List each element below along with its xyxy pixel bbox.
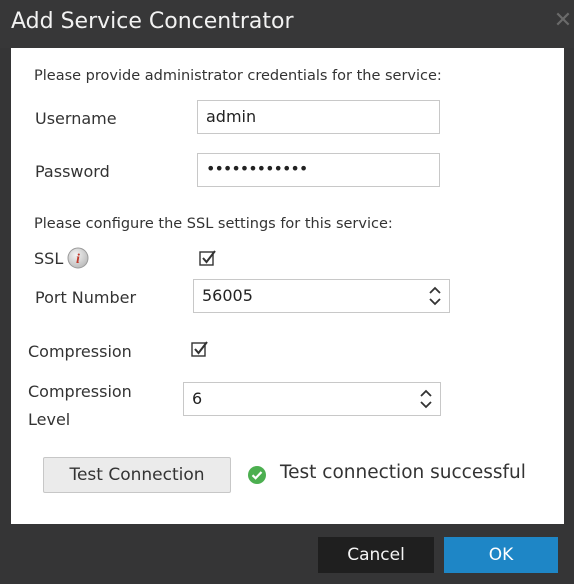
credentials-prompt: Please provide administrator credentials… xyxy=(34,68,442,84)
password-value: •••••••••••• xyxy=(206,159,308,178)
ok-button[interactable]: OK xyxy=(444,537,558,573)
username-label: Username xyxy=(35,109,117,128)
dialog-body: Please provide administrator credentials… xyxy=(11,48,564,524)
password-label: Password xyxy=(35,162,110,181)
port-number-label: Port Number xyxy=(35,288,137,307)
dialog-titlebar: Add Service Concentrator ✕ xyxy=(0,0,574,48)
spinner-arrows-icon[interactable] xyxy=(427,285,443,307)
cancel-button[interactable]: Cancel xyxy=(318,537,434,573)
spinner-arrows-icon[interactable] xyxy=(418,388,434,410)
compression-level-label-1: Compression xyxy=(28,382,132,401)
compression-level-stepper[interactable]: 6 xyxy=(183,382,441,416)
add-service-dialog: Add Service Concentrator ✕ Please provid… xyxy=(0,0,574,584)
password-field[interactable]: •••••••••••• xyxy=(197,153,440,187)
ssl-prompt: Please configure the SSL settings for th… xyxy=(34,216,393,232)
test-connection-button[interactable]: Test Connection xyxy=(43,457,231,493)
svg-text:i: i xyxy=(76,252,80,267)
ssl-label: SSL xyxy=(34,249,64,268)
username-field[interactable]: admin xyxy=(197,100,440,134)
username-value: admin xyxy=(206,107,257,126)
port-number-value: 56005 xyxy=(202,286,253,305)
dialog-title: Add Service Concentrator xyxy=(11,9,294,34)
check-circle-icon xyxy=(247,465,267,485)
ssl-checkbox[interactable] xyxy=(199,249,217,267)
compression-level-value: 6 xyxy=(192,389,203,408)
compression-level-label-2: Level xyxy=(28,410,71,429)
test-status-text: Test connection successful xyxy=(280,462,526,483)
compression-label: Compression xyxy=(28,342,132,361)
port-number-stepper[interactable]: 56005 xyxy=(193,279,450,313)
close-icon[interactable]: ✕ xyxy=(552,6,574,36)
info-icon[interactable]: i xyxy=(67,247,89,269)
compression-checkbox[interactable] xyxy=(191,340,209,358)
